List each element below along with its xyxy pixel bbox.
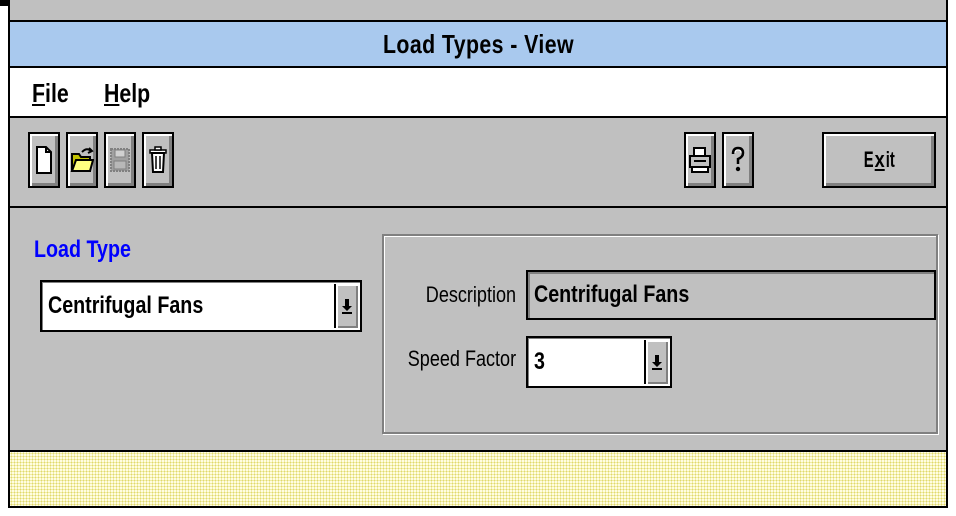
exit-button[interactable]: Exit [822, 132, 936, 188]
help-question-icon [731, 146, 745, 172]
menu-help[interactable]: Help [104, 78, 150, 109]
description-label: Description [425, 282, 516, 307]
arrow-down-icon [652, 355, 662, 370]
load-type-value: Centrifugal Fans [48, 292, 204, 319]
load-type-label: Load Type [34, 236, 131, 263]
form-area: Load Type Centrifugal Fans Description C… [10, 208, 946, 450]
window-title: Load Types - View [382, 28, 574, 59]
print-icon [689, 147, 711, 173]
toolbar: Exit [10, 118, 946, 208]
new-button[interactable] [28, 132, 60, 188]
menu-bar: File Help [10, 68, 946, 118]
menu-file[interactable]: File [32, 78, 69, 109]
description-value: Centrifugal Fans [534, 281, 690, 308]
save-button[interactable] [104, 132, 136, 188]
load-type-dropdown[interactable]: Centrifugal Fans [40, 280, 362, 332]
details-group: Description Centrifugal Fans Speed Facto… [382, 234, 938, 434]
speed-factor-value: 3 [534, 348, 545, 375]
help-button[interactable] [722, 132, 754, 188]
status-bar [10, 450, 946, 506]
load-types-window: Load Types - View File Help Exit Load Ty… [8, 0, 948, 508]
description-field[interactable]: Centrifugal Fans [526, 270, 936, 320]
save-disk-icon [110, 148, 130, 172]
print-button[interactable] [684, 132, 716, 188]
speed-factor-label: Speed Factor [407, 346, 516, 371]
speed-factor-dropdown[interactable]: 3 [526, 336, 672, 388]
title-bar[interactable]: Load Types - View [10, 20, 946, 68]
delete-button[interactable] [142, 132, 174, 188]
open-button[interactable] [66, 132, 98, 188]
speed-factor-dropdown-button[interactable] [644, 340, 668, 384]
new-document-icon [36, 146, 52, 174]
load-type-dropdown-button[interactable] [334, 284, 358, 328]
arrow-down-icon [342, 299, 352, 314]
delete-trash-icon [149, 146, 167, 173]
open-folder-icon [70, 147, 94, 172]
